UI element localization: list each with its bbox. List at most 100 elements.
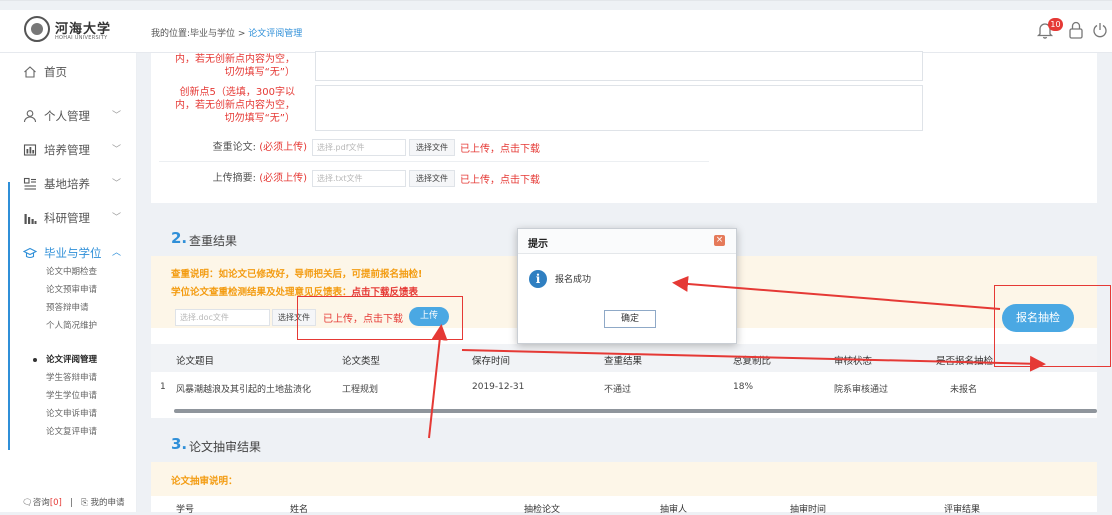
check-paper-file-input[interactable]: 选择.pdf文件 xyxy=(312,139,406,156)
column-header: 审核状态 xyxy=(834,356,873,367)
label-text: 上传摘要: xyxy=(212,173,256,184)
column-header: 抽审人 xyxy=(660,505,688,515)
check-note: 查重说明：如论文已修改好，导师把关后，可提前报名抽检! xyxy=(171,269,423,280)
sidebar-item-base[interactable]: 基地培养 ﹀ xyxy=(0,173,136,195)
breadcrumb: 我的位置:毕业与学位 > 论文评阅管理 xyxy=(151,26,302,39)
required-hint: (必须上传) xyxy=(259,142,307,153)
sidebar-subitem[interactable]: 学生答辩申请 xyxy=(46,372,97,384)
innovation5-label: 创新点5（选填，300字以 内，若无创新点内容为空， 切勿填写“无”） xyxy=(159,86,295,125)
chat-icon: 🗨 xyxy=(22,498,33,508)
close-icon[interactable]: × xyxy=(714,235,725,246)
power-icon[interactable] xyxy=(1092,20,1108,40)
column-header: 抽审时间 xyxy=(790,505,827,515)
column-header: 论文题目 xyxy=(176,356,215,367)
label-line: 创新点5（选填，300字以 xyxy=(179,87,295,98)
my-apply-label: 我的申请 xyxy=(90,498,125,508)
sidebar-subitem[interactable]: 论文预审申请 xyxy=(46,284,97,296)
user-icon xyxy=(23,110,37,123)
breadcrumb-current[interactable]: 论文评阅管理 xyxy=(248,29,302,39)
form-row-divider xyxy=(159,161,709,162)
sidebar-footer: 🗨咨询[0] | ⎘ 我的申请 xyxy=(22,498,125,508)
column-header: 总复制比 xyxy=(733,356,772,367)
innovation5-textarea[interactable] xyxy=(315,85,923,131)
cell-signup: 未报名 xyxy=(950,385,978,395)
upload-abstract-label: 上传摘要: (必须上传) xyxy=(171,172,307,185)
annotation-box-signup xyxy=(994,285,1111,367)
chevron-up-icon: ︿ xyxy=(112,248,122,258)
section-number: 3. xyxy=(171,435,188,453)
column-header: 抽检论文 xyxy=(524,505,561,515)
logo-subtext: HOHAI UNIVERSITY xyxy=(55,35,108,41)
check-paper-choose-button[interactable]: 选择文件 xyxy=(409,139,455,156)
sidebar-item-research[interactable]: 科研管理 ﹀ xyxy=(0,207,136,229)
prompt-dialog: 提示 × i 报名成功 确定 xyxy=(517,228,737,344)
sidebar-item-label: 毕业与学位 xyxy=(44,246,102,260)
chevron-down-icon: ﹀ xyxy=(112,145,122,155)
consult-label: 咨询 xyxy=(32,498,50,508)
consult-count: [0] xyxy=(49,498,62,508)
lock-icon[interactable] xyxy=(1068,20,1084,40)
sidebar-subitem[interactable]: 论文申诉申请 xyxy=(46,408,97,420)
sidebar-subitem[interactable]: 个人简况维护 xyxy=(46,320,97,332)
sidebar-item-label: 培养管理 xyxy=(44,143,90,157)
notification-badge: 10 xyxy=(1048,18,1063,31)
column-header: 评审结果 xyxy=(944,505,981,515)
sample-note-box: 论文抽审说明： xyxy=(151,462,1097,496)
sidebar-item-label: 基地培养 xyxy=(44,177,90,191)
sidebar-item-training[interactable]: 培养管理 ﹀ xyxy=(0,139,136,161)
apply-icon: ⎘ xyxy=(80,498,88,508)
section-title: 查重结果 xyxy=(189,234,238,248)
chart-icon xyxy=(23,144,37,156)
sidebar-item-label: 个人管理 xyxy=(44,109,90,123)
horizontal-scrollbar[interactable] xyxy=(174,409,1097,413)
chevron-down-icon: ﹀ xyxy=(112,213,122,223)
current-item-dot xyxy=(33,358,37,362)
section-number: 2. xyxy=(171,229,188,247)
column-header: 学号 xyxy=(176,505,195,515)
column-header: 查重结果 xyxy=(604,356,643,367)
university-logo[interactable]: 河海大学 HOHAI UNIVERSITY xyxy=(24,16,134,44)
sidebar: 首页 个人管理 ﹀ 培养管理 ﹀ 基地培养 ﹀ 科研管理 ﹀ 毕业与学位 ︿ xyxy=(0,53,137,512)
doc-file-input[interactable]: 选择.doc文件 xyxy=(175,309,270,326)
sidebar-item-graduation[interactable]: 毕业与学位 ︿ xyxy=(0,242,136,264)
dialog-header: 提示 × xyxy=(518,229,736,254)
sidebar-item-personal[interactable]: 个人管理 ﹀ xyxy=(0,105,136,127)
column-header: 保存时间 xyxy=(472,356,511,367)
consult-link[interactable]: 🗨咨询[0] xyxy=(22,498,62,508)
sidebar-subitem[interactable]: 预答辩申请 xyxy=(46,302,89,314)
sample-note: 论文抽审说明： xyxy=(171,476,238,487)
annotation-box-upload xyxy=(297,296,463,340)
check-paper-download-link[interactable]: 已上传，点击下载 xyxy=(460,140,540,155)
sidebar-item-home[interactable]: 首页 xyxy=(0,61,136,83)
dialog-ok-button[interactable]: 确定 xyxy=(604,310,656,328)
top-header: 河海大学 HOHAI UNIVERSITY 我的位置:毕业与学位 > 论文评阅管… xyxy=(0,10,1112,53)
cell-title: 风暴潮越浪及其引起的土地盐渍化 xyxy=(176,385,312,395)
innovation4-label: 内，若无创新点内容为空， 切勿填写“无”） xyxy=(159,53,295,79)
sidebar-subitem[interactable]: 论文中期检查 xyxy=(46,266,97,278)
column-header: 论文类型 xyxy=(342,356,381,367)
label-line: 切勿填写“无”） xyxy=(224,113,295,124)
active-section-indicator xyxy=(8,182,10,450)
sidebar-item-label: 科研管理 xyxy=(44,211,90,225)
abstract-file-input[interactable]: 选择.txt文件 xyxy=(312,170,406,187)
label-line: 内，若无创新点内容为空， xyxy=(175,100,295,111)
bars-icon xyxy=(24,214,37,224)
graduation-cap-icon xyxy=(23,247,37,259)
university-seal-icon xyxy=(24,16,50,42)
sidebar-subitem[interactable]: 论文复评申请 xyxy=(46,426,97,438)
innovation4-textarea[interactable] xyxy=(315,51,923,81)
abstract-download-link[interactable]: 已上传，点击下载 xyxy=(460,171,540,186)
section-header: 3. 论文抽审结果 xyxy=(151,428,1097,462)
dialog-title: 提示 xyxy=(528,239,548,250)
sidebar-subitem-current[interactable]: 论文评阅管理 xyxy=(46,354,97,366)
cell-time: 2019-12-31 xyxy=(472,382,525,392)
column-header: 姓名 xyxy=(290,505,309,515)
breadcrumb-prefix: 我的位置:毕业与学位 > xyxy=(151,29,249,39)
chevron-down-icon: ﹀ xyxy=(112,111,122,121)
chevron-down-icon: ﹀ xyxy=(112,179,122,189)
abstract-choose-button[interactable]: 选择文件 xyxy=(409,170,455,187)
sidebar-subitem[interactable]: 学生学位申请 xyxy=(46,390,97,402)
top-divider xyxy=(0,0,1112,1)
column-header: 是否报名抽检 xyxy=(936,356,994,367)
my-apply-link[interactable]: ⎘ 我的申请 xyxy=(81,498,125,508)
